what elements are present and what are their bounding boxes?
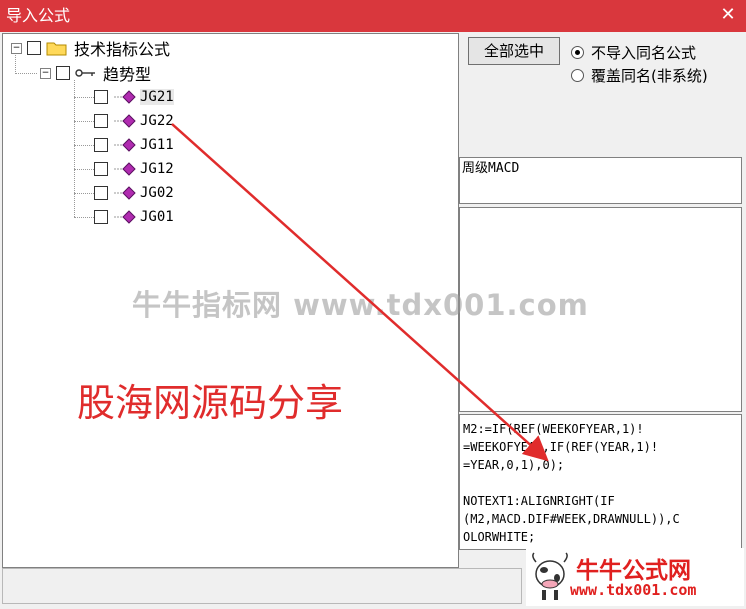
logo-title: 牛牛公式网 xyxy=(576,558,691,584)
site-logo: 牛牛公式网 www.tdx001.com xyxy=(526,548,744,606)
logo-url: www.tdx001.com xyxy=(570,581,697,599)
cow-mascot-icon xyxy=(532,552,568,600)
annotation-arrow xyxy=(171,123,549,462)
